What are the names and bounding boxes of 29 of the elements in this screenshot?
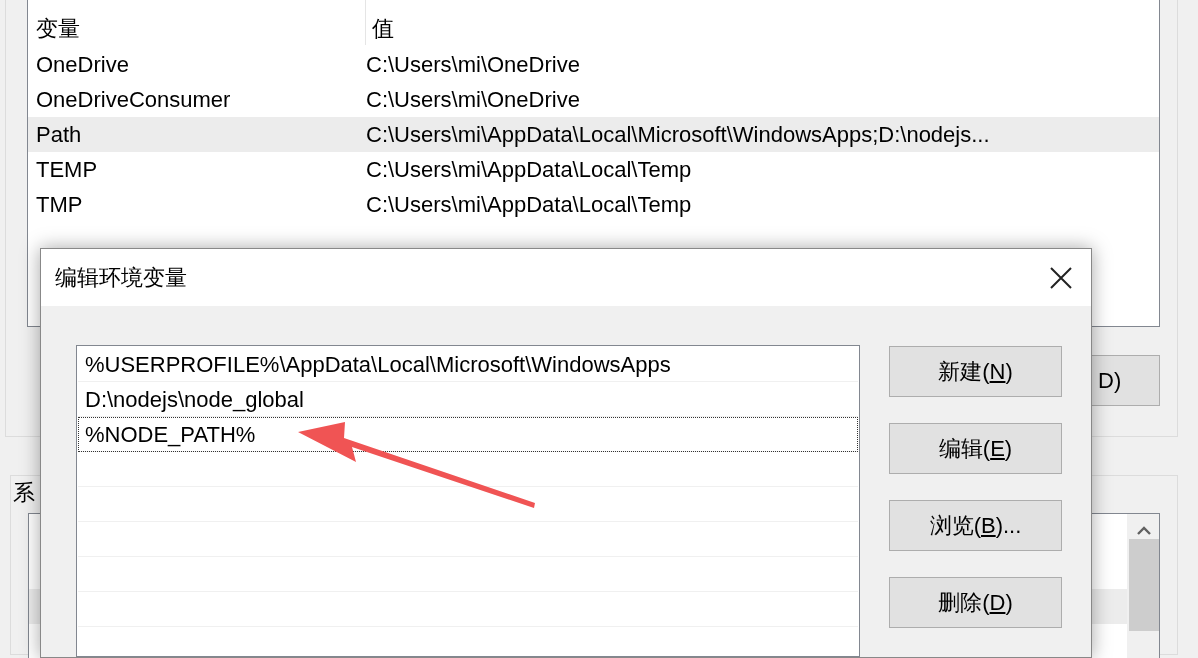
scroll-up-icon[interactable] — [1136, 526, 1151, 535]
variable-name: TEMP — [36, 157, 98, 182]
variable-row[interactable]: OneDriveConsumer C:\Users\mi\OneDrive — [28, 82, 1159, 117]
column-header[interactable]: 值 — [372, 16, 394, 41]
variable-row[interactable]: OneDrive C:\Users\mi\OneDrive — [28, 47, 1159, 82]
variable-value: C:\Users\mi\OneDrive — [366, 52, 580, 77]
dialog-button[interactable]: 浏览(B)... — [889, 500, 1062, 551]
scrollbar[interactable] — [1127, 514, 1159, 658]
variable-row[interactable]: Path C:\Users\mi\AppData\Local\Microsoft\WindowsApps;D:\nodejs... — [28, 117, 1159, 152]
dialog-button[interactable]: 删除(D) — [889, 577, 1062, 628]
variable-value: C:\Users\mi\AppData\Local\Temp — [366, 192, 692, 217]
window-title: 编辑环境变量 — [55, 264, 187, 292]
column-header[interactable]: 变量 — [36, 12, 80, 45]
dialog-button[interactable]: 新建(N) — [889, 346, 1062, 397]
path-entry[interactable]: %USERPROFILE%\AppData\Local\Microsoft\WindowsApps — [78, 347, 858, 382]
variable-name: TMP — [36, 192, 83, 217]
variable-value: C:\Users\mi\OneDrive — [366, 87, 580, 112]
variable-row[interactable]: TMP C:\Users\mi\AppData\Local\Temp — [28, 187, 1159, 222]
dialog-button[interactable]: 编辑(E) — [889, 423, 1062, 474]
close-icon — [1050, 266, 1072, 289]
variable-name: OneDriveConsumer — [36, 87, 231, 112]
scrollbar-thumb[interactable] — [1128, 539, 1159, 631]
variable-value: C:\Users\mi\AppData\Local\Temp — [366, 157, 692, 182]
variable-row[interactable]: TEMP C:\Users\mi\AppData\Local\Temp — [28, 152, 1159, 187]
variable-name: OneDrive — [36, 52, 129, 77]
variable-value: C:\Users\mi\AppData\Local\Microsoft\WindowsApps;D:\nodejs... — [366, 122, 990, 147]
group-label: 系 — [12, 480, 36, 506]
path-entry[interactable]: D:\nodejs\node_global — [78, 382, 858, 417]
variable-name: Path — [36, 122, 82, 147]
